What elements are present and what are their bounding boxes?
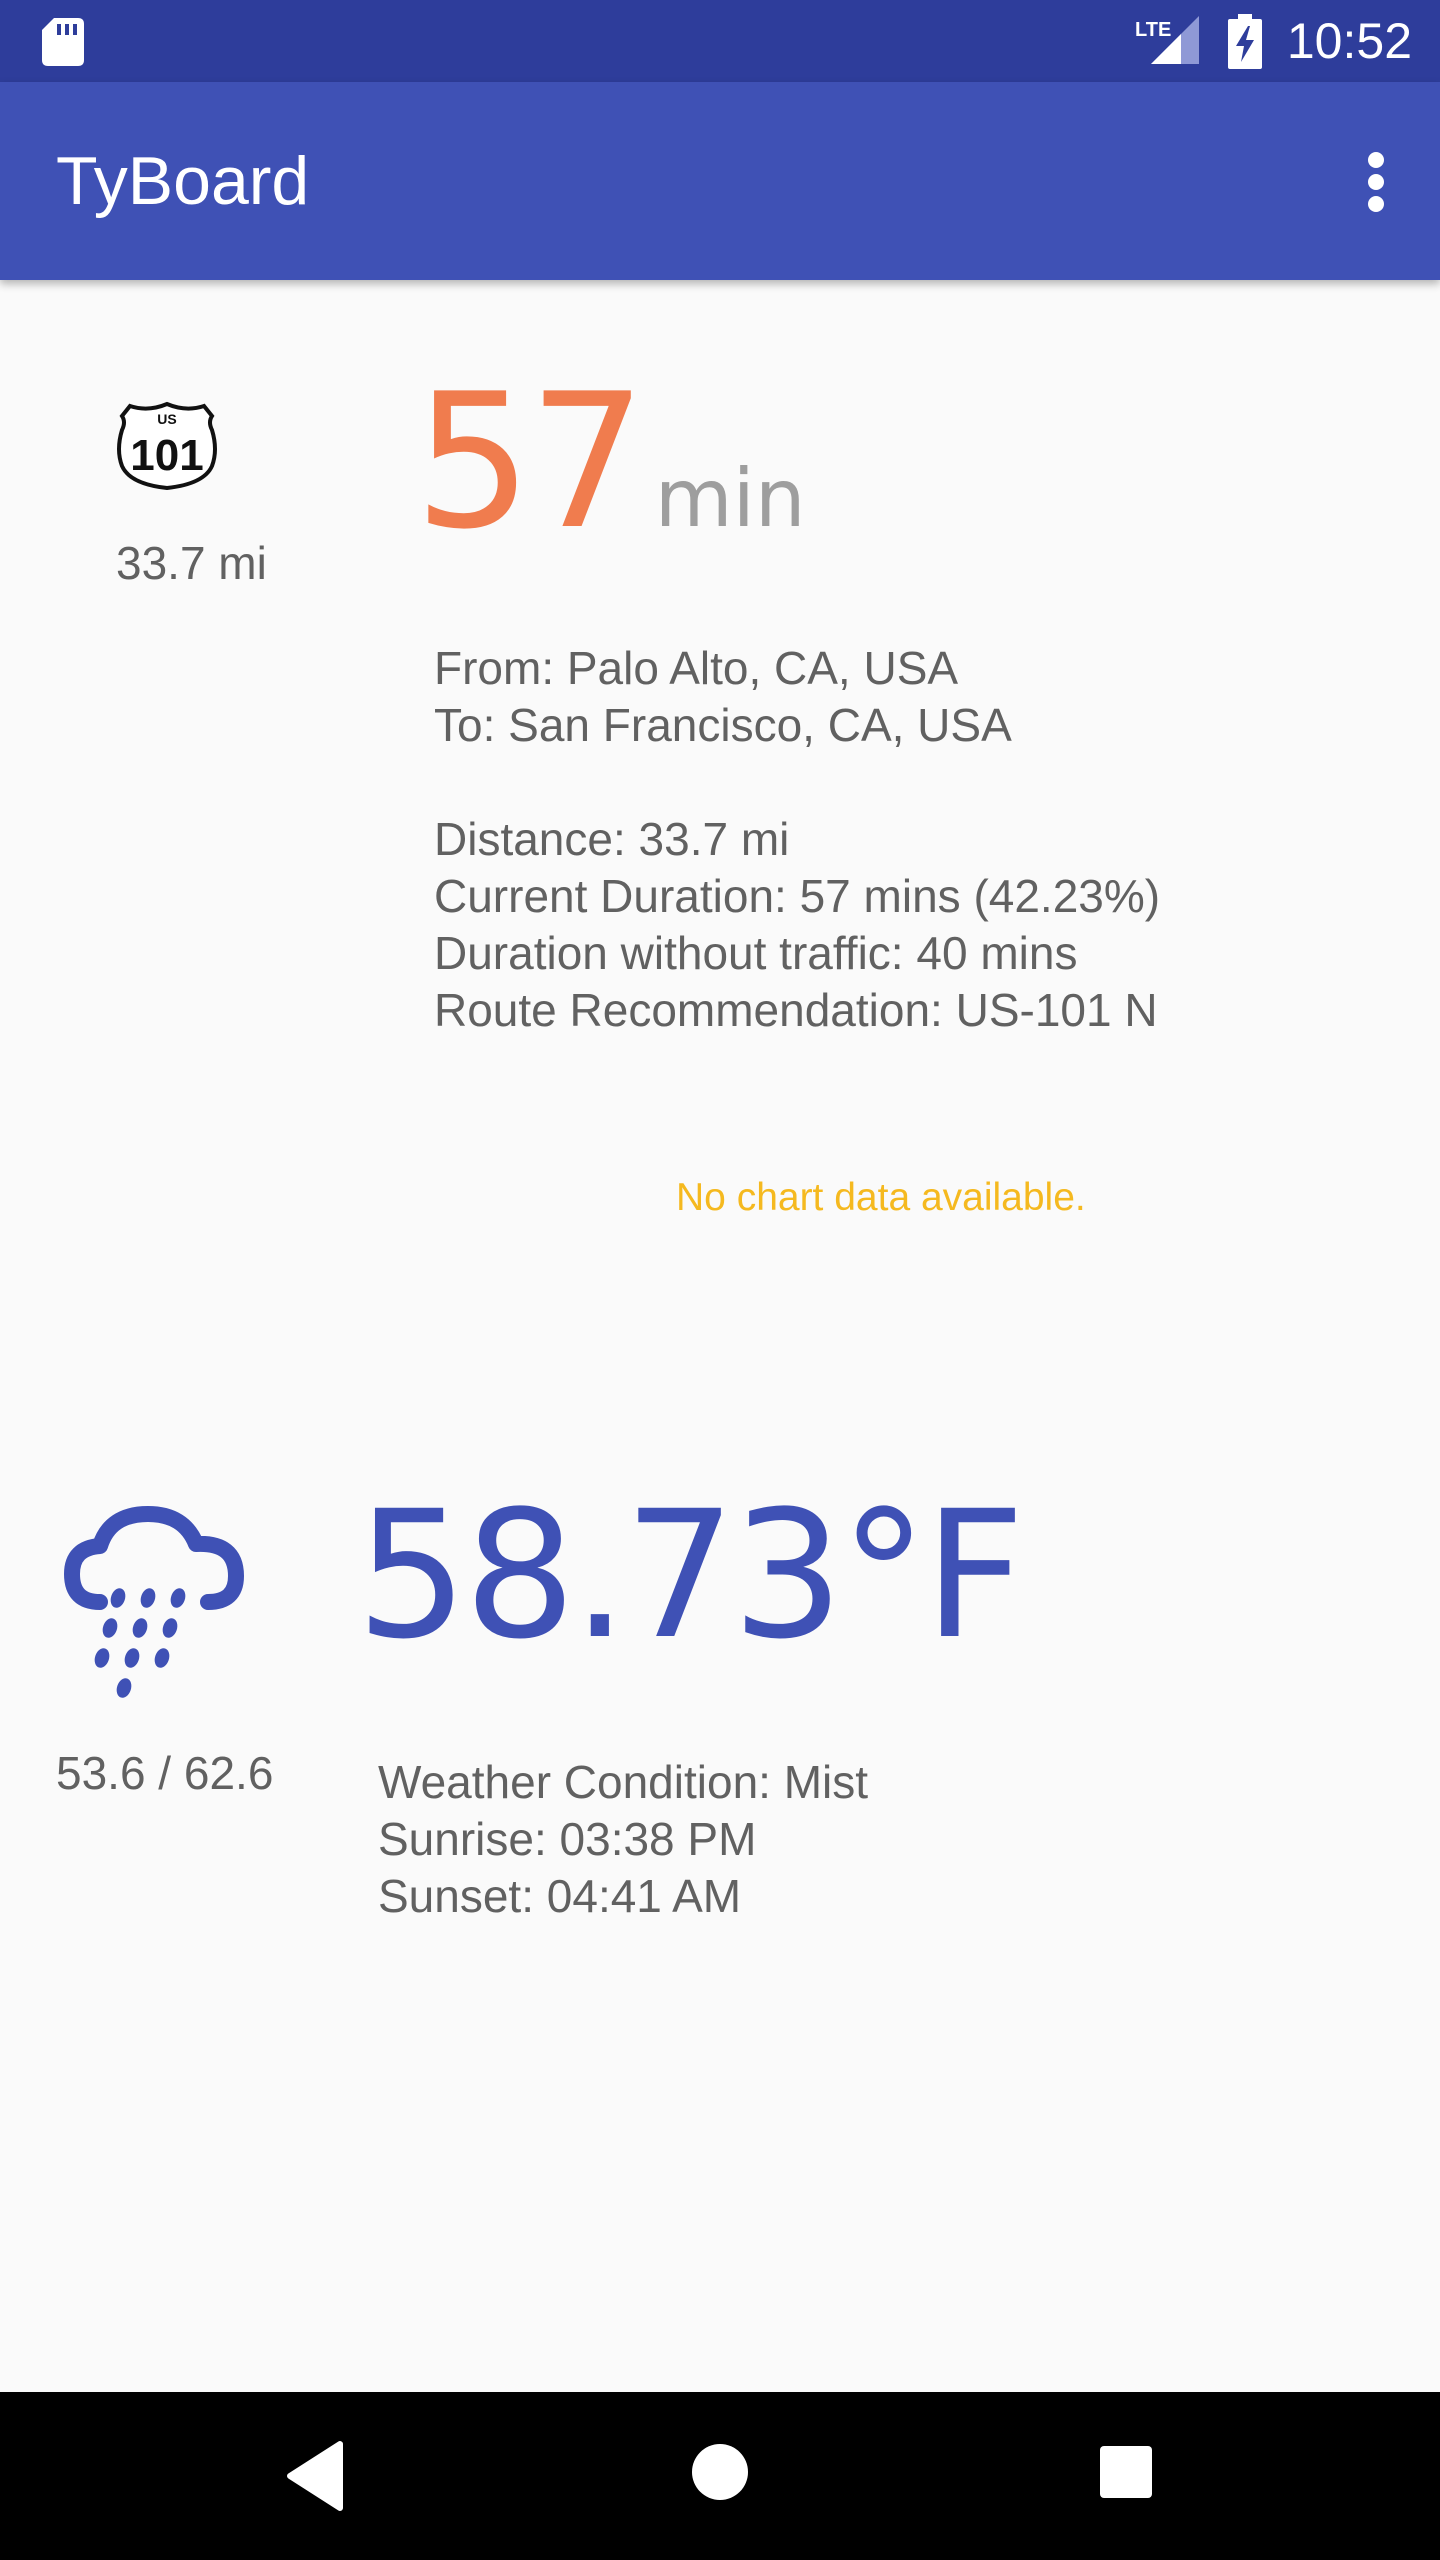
- us-route-shield-icon: US 101: [117, 401, 217, 491]
- screen: LTE 10:52 TyBoard US 101 33.7 mi 57 min F…: [0, 0, 1440, 2560]
- more-vert-icon-dot: [1368, 196, 1384, 212]
- route-recommendation: Route Recommendation: US-101 N: [434, 984, 1158, 1036]
- duration-without-traffic: Duration without traffic: 40 mins: [434, 927, 1078, 979]
- back-icon[interactable]: [282, 2438, 358, 2514]
- distance-detail: Distance: 33.7 mi: [434, 813, 790, 865]
- more-vert-icon: [1368, 152, 1384, 168]
- home-icon[interactable]: [690, 2442, 750, 2502]
- clock: 10:52: [1286, 13, 1412, 69]
- recents-icon[interactable]: [1098, 2444, 1154, 2500]
- sunrise-time: Sunrise: 03:38 PM: [378, 1813, 757, 1865]
- duration-unit: min: [654, 452, 806, 545]
- sd-card-icon: [42, 18, 84, 66]
- no-chart-message: No chart data available.: [676, 1176, 1086, 1219]
- rain-cloud-icon: [64, 1506, 244, 1698]
- shield-top-text: US: [157, 411, 176, 427]
- from-location: From: Palo Alto, CA, USA: [434, 642, 959, 694]
- traffic-details: From: Palo Alto, CA, USA To: San Francis…: [434, 640, 1160, 1039]
- to-location: To: San Francisco, CA, USA: [434, 699, 1012, 751]
- current-duration: Current Duration: 57 mins (42.23%): [434, 870, 1161, 922]
- shield-number: 101: [130, 431, 203, 480]
- app-title: TyBoard: [56, 143, 310, 219]
- weather-details: Weather Condition: Mist Sunrise: 03:38 P…: [378, 1754, 868, 1925]
- more-vert-icon-dot: [1368, 174, 1384, 190]
- status-bar: LTE 10:52: [0, 0, 1440, 82]
- route-distance: 33.7 mi: [116, 537, 267, 589]
- battery-charging-icon: [1228, 14, 1262, 69]
- current-temperature: 58.73°F: [356, 1473, 1025, 1678]
- duration-value: 57: [414, 353, 647, 570]
- sunset-time: Sunset: 04:41 AM: [378, 1870, 742, 1922]
- app-bar: TyBoard: [0, 82, 1440, 280]
- signal-icon: LTE: [1135, 16, 1199, 64]
- network-type-label: LTE: [1135, 19, 1171, 41]
- navigation-bar: [0, 2392, 1440, 2560]
- temperature-range: 53.6 / 62.6: [56, 1747, 274, 1799]
- more-options-button[interactable]: [1352, 146, 1400, 218]
- weather-condition: Weather Condition: Mist: [378, 1756, 869, 1808]
- travel-duration: 57 min: [414, 362, 806, 562]
